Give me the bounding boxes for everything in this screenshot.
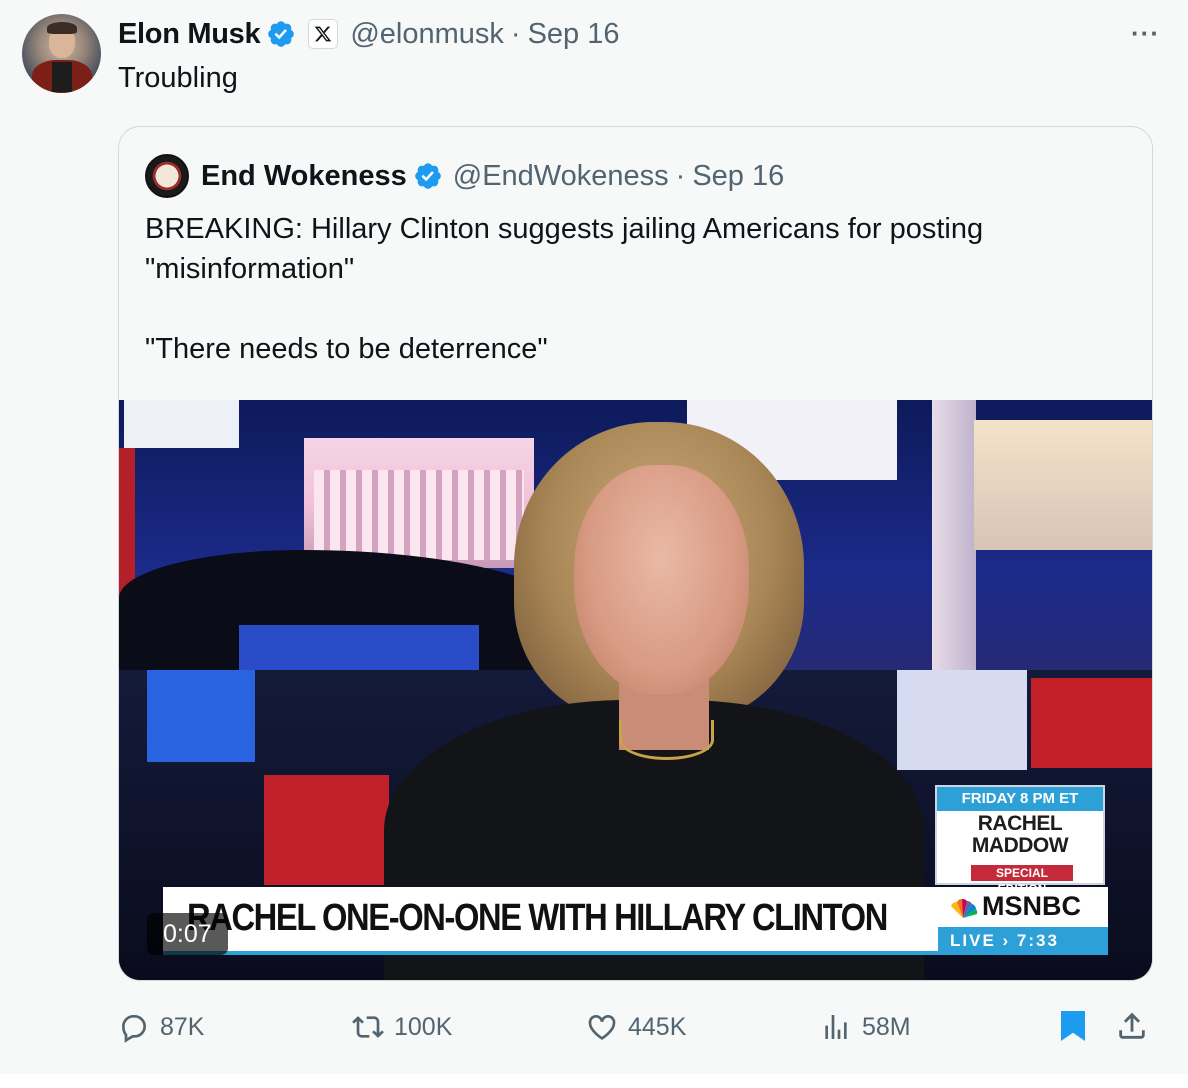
quoted-text-line: "There needs to be deterrence" xyxy=(145,333,548,365)
action-bar: 87K 100K 445K 58M xyxy=(0,1004,1188,1050)
like-button[interactable]: 445K xyxy=(586,1004,686,1050)
chyron-text: RACHEL ONE-ON-ONE WITH HILLARY CLINTON xyxy=(187,897,888,939)
promo-special-edition: SPECIAL EDITION xyxy=(971,865,1073,896)
quoted-author-handle[interactable]: @EndWokeness xyxy=(453,160,669,193)
x-logo-icon xyxy=(308,19,339,49)
repost-button[interactable]: 100K xyxy=(352,1004,452,1050)
reply-icon xyxy=(121,1015,147,1043)
tweet-card[interactable]: Elon Musk @elonmusk · Sep 16 ··· Troubli… xyxy=(0,0,1188,1074)
like-count: 445K xyxy=(628,1012,687,1041)
quoted-author-avatar[interactable] xyxy=(145,154,189,198)
separator-dot: · xyxy=(510,17,521,50)
bookmark-icon[interactable] xyxy=(1058,1008,1088,1044)
quoted-tweet[interactable]: End Wokeness @EndWokeness · Sep 16 BREAK… xyxy=(118,126,1153,981)
quoted-author-name[interactable]: End Wokeness xyxy=(201,160,407,193)
tweet-date[interactable]: Sep 16 xyxy=(528,18,620,51)
video-player[interactable]: FRIDAY 8 PM ET RACHEL MADDOW SPECIAL EDI… xyxy=(119,400,1152,980)
live-indicator: LIVE › 7:33 xyxy=(938,927,1108,955)
author-avatar[interactable] xyxy=(22,14,101,93)
live-label: LIVE xyxy=(950,931,996,950)
author-name[interactable]: Elon Musk xyxy=(118,18,261,51)
network-logo: MSNBC LIVE › 7:33 xyxy=(938,887,1108,955)
tweet-header: Elon Musk @elonmusk · Sep 16 xyxy=(118,16,619,52)
promo-title-line: MADDOW xyxy=(971,834,1069,857)
reply-count: 87K xyxy=(160,1012,205,1041)
peacock-icon xyxy=(951,898,978,918)
promo-title-line: RACHEL xyxy=(977,812,1063,835)
views-count: 58M xyxy=(862,1012,911,1041)
separator-dot: · xyxy=(675,159,686,192)
verified-badge-icon[interactable] xyxy=(413,161,443,191)
tweet-text: Troubling xyxy=(118,62,238,94)
views-icon xyxy=(825,1015,847,1039)
reply-button[interactable]: 87K xyxy=(118,1004,204,1050)
quoted-tweet-text: BREAKING: Hillary Clinton suggests jaili… xyxy=(145,209,1125,369)
more-icon[interactable]: ··· xyxy=(1131,18,1160,49)
quoted-tweet-header: End Wokeness @EndWokeness · Sep 16 xyxy=(145,153,784,199)
show-promo-graphic: FRIDAY 8 PM ET RACHEL MADDOW SPECIAL EDI… xyxy=(935,785,1105,896)
views-button[interactable]: 58M xyxy=(820,1004,911,1050)
network-name: MSNBC xyxy=(982,891,1081,921)
promo-time: FRIDAY 8 PM ET xyxy=(937,787,1103,811)
bottom-divider xyxy=(0,1074,1188,1088)
author-handle[interactable]: @elonmusk xyxy=(350,18,504,51)
news-chyron: RACHEL ONE-ON-ONE WITH HILLARY CLINTON M… xyxy=(163,887,1108,955)
repost-icon xyxy=(352,1016,384,1038)
live-time: 7:33 xyxy=(1016,931,1059,950)
video-duration: 0:07 xyxy=(147,913,228,955)
verified-badge-icon[interactable] xyxy=(266,19,296,49)
quoted-text-line: BREAKING: Hillary Clinton suggests jaili… xyxy=(145,213,984,285)
like-icon xyxy=(588,1015,616,1040)
quoted-tweet-date[interactable]: Sep 16 xyxy=(692,160,784,193)
share-icon[interactable] xyxy=(1115,1008,1149,1044)
repost-count: 100K xyxy=(394,1012,453,1041)
promo-title: RACHEL MADDOW xyxy=(937,813,1103,865)
